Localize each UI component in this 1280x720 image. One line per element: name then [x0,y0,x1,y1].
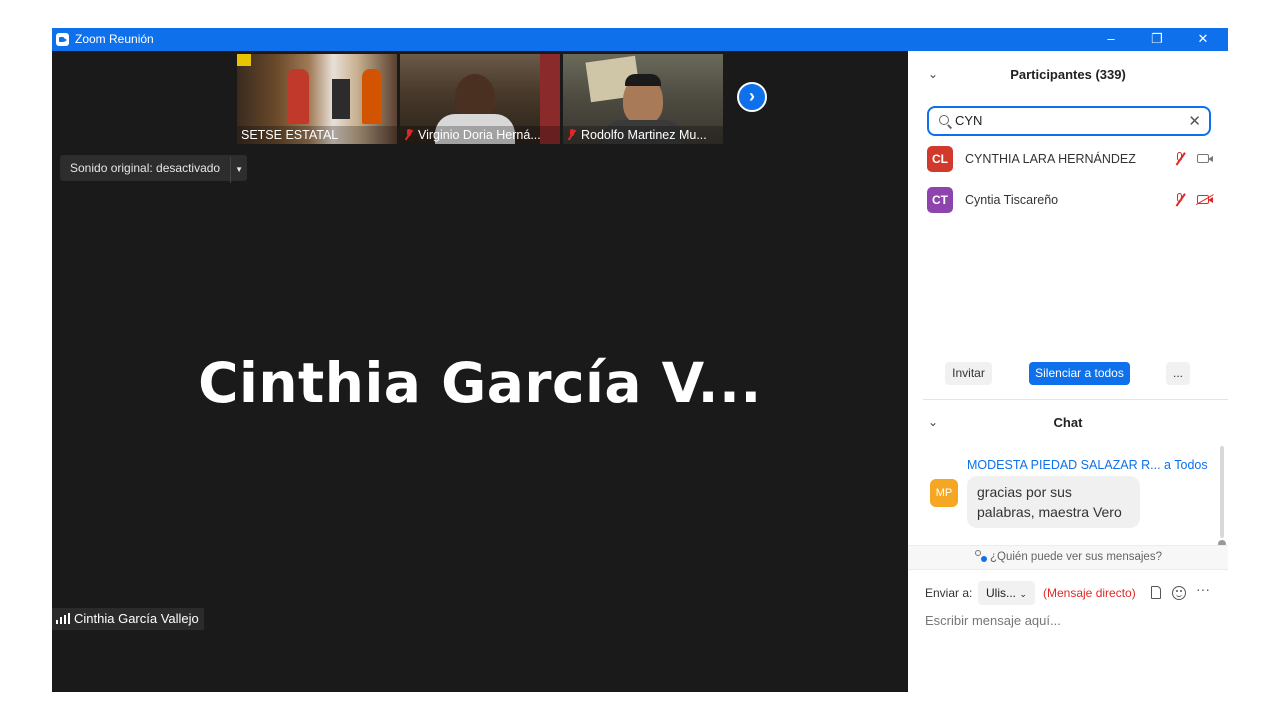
active-speaker-name: Cinthia García V... [198,351,762,415]
chat-message-input[interactable]: Escribir mensaje aquí... [925,613,1061,628]
chat-scrollbar[interactable] [1220,446,1224,538]
title-bar: Zoom Reunión – ❐ ✕ [52,28,1228,51]
avatar: MP [930,479,958,507]
chevron-down-icon[interactable]: ▼ [230,157,247,183]
minimize-button[interactable]: – [1088,28,1134,51]
participant-row[interactable]: CT Cyntia Tiscareño [927,187,1217,215]
speaker-name-tag: Cinthia García Vallejo [52,608,204,630]
chat-message-bubble: gracias por sus palabras, maestra Vero [967,476,1140,528]
send-to-select[interactable]: Ulis... ⌄ [978,581,1035,605]
signal-bars-icon [56,613,70,624]
file-icon[interactable] [1151,586,1161,599]
search-value: CYN [955,113,983,128]
chevron-down-icon: ⌄ [1019,589,1027,599]
chat-header: ⌄ Chat [928,415,1083,430]
more-icon[interactable]: ··· [1196,581,1210,597]
clear-search-icon[interactable]: ✕ [1188,112,1201,130]
muted-mic-icon [404,129,414,141]
avatar: CT [927,187,953,213]
video-camera-icon [1197,154,1213,163]
close-button[interactable]: ✕ [1180,28,1226,51]
collapse-chevron-icon[interactable]: ⌄ [928,415,938,429]
side-panel: ⌄ Participantes (339) CYN ✕ CL CYNTHIA L… [908,51,1228,692]
avatar: CL [927,146,953,172]
video-off-icon [1197,195,1213,204]
muted-mic-icon [1173,152,1187,166]
video-thumbnail[interactable]: Virginio Doria Herná... [400,54,560,144]
divider [923,399,1228,400]
video-thumbnail[interactable]: Rodolfo Martinez Mu... [563,54,723,144]
muted-mic-icon [567,129,577,141]
search-icon [939,115,949,125]
participants-header: ⌄ Participantes (339) [928,67,1126,82]
thumbnail-label: SETSE ESTATAL [237,126,397,144]
restore-button[interactable]: ❐ [1134,28,1180,51]
chat-message-sender: MODESTA PIEDAD SALAZAR R... a Todos [967,458,1208,472]
participant-name: CYNTHIA LARA HERNÁNDEZ [965,152,1136,166]
video-area: SETSE ESTATAL Virginio Doria Herná... Ro… [52,51,908,692]
send-to-label: Enviar a: [925,586,973,600]
user-privacy-icon [974,550,988,562]
participant-name: Cyntia Tiscareño [965,193,1059,207]
participant-search-input[interactable]: CYN ✕ [927,106,1211,136]
next-page-button[interactable]: › [737,82,767,112]
original-sound-toggle[interactable]: Sonido original: desactivado ▼ [60,155,248,183]
who-can-see-link[interactable]: ¿Quién puede ver sus mensajes? [908,545,1228,570]
zoom-window: Zoom Reunión – ❐ ✕ SETSE ESTATAL Virgini… [52,28,1228,692]
muted-mic-icon [1173,193,1187,207]
original-sound-label: Sonido original: desactivado [70,161,221,175]
zoom-app-icon [56,33,69,46]
more-options-button[interactable]: ... [1166,362,1190,385]
window-title: Zoom Reunión [75,32,154,46]
emoji-icon[interactable] [1172,586,1186,600]
thumbnail-label: Rodolfo Martinez Mu... [563,126,723,144]
video-thumbnail[interactable]: SETSE ESTATAL [237,54,397,144]
collapse-chevron-icon[interactable]: ⌄ [928,67,938,81]
participant-row[interactable]: CL CYNTHIA LARA HERNÁNDEZ [927,146,1217,174]
chevron-right-icon: › [749,86,755,106]
mute-all-button[interactable]: Silenciar a todos [1029,362,1130,385]
thumbnail-label: Virginio Doria Herná... [400,126,560,144]
invite-button[interactable]: Invitar [945,362,992,385]
direct-message-label: (Mensaje directo) [1043,586,1136,600]
